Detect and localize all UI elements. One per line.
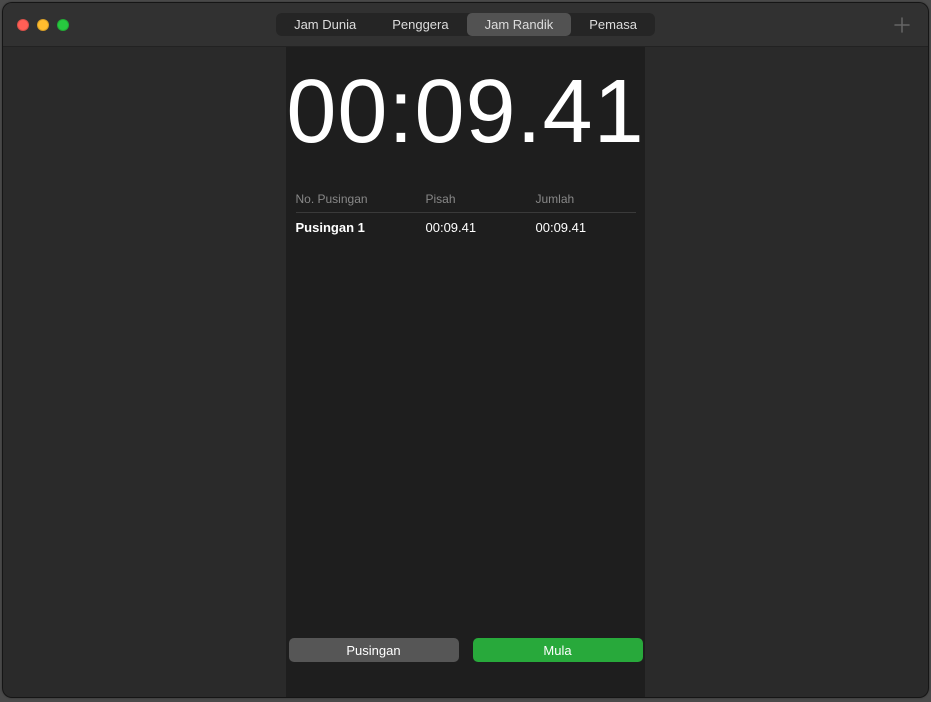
table-row: Pusingan 1 00:09.41 00:09.41 [296,213,636,242]
header-split: Pisah [426,192,536,206]
tab-world-clock[interactable]: Jam Dunia [276,13,374,36]
time-display: 00:09.41 [286,61,644,164]
stopwatch-view: 00:09.41 No. Pusingan Pisah Jumlah Pusin… [286,47,644,697]
content: 00:09.41 No. Pusingan Pisah Jumlah Pusin… [3,47,928,697]
plus-icon[interactable] [890,13,914,37]
header-total: Jumlah [536,192,636,206]
lap-button[interactable]: Pusingan [289,638,459,662]
close-button[interactable] [17,19,29,31]
button-bar: Pusingan Mula [289,638,643,662]
app-window: Jam Dunia Penggera Jam Randik Pemasa 00:… [2,2,929,698]
cell-lap: Pusingan 1 [296,220,426,235]
tab-alarm[interactable]: Penggera [374,13,466,36]
table-header: No. Pusingan Pisah Jumlah [296,184,636,213]
lap-table: No. Pusingan Pisah Jumlah Pusingan 1 00:… [296,184,636,242]
cell-split: 00:09.41 [426,220,536,235]
tab-timer[interactable]: Pemasa [571,13,655,36]
start-button[interactable]: Mula [473,638,643,662]
titlebar: Jam Dunia Penggera Jam Randik Pemasa [3,3,928,47]
tab-switcher: Jam Dunia Penggera Jam Randik Pemasa [276,13,655,36]
minimize-button[interactable] [37,19,49,31]
maximize-button[interactable] [57,19,69,31]
header-lap: No. Pusingan [296,192,426,206]
toolbar-right [890,13,914,37]
tab-stopwatch[interactable]: Jam Randik [467,13,572,36]
cell-total: 00:09.41 [536,220,636,235]
traffic-lights [17,19,69,31]
